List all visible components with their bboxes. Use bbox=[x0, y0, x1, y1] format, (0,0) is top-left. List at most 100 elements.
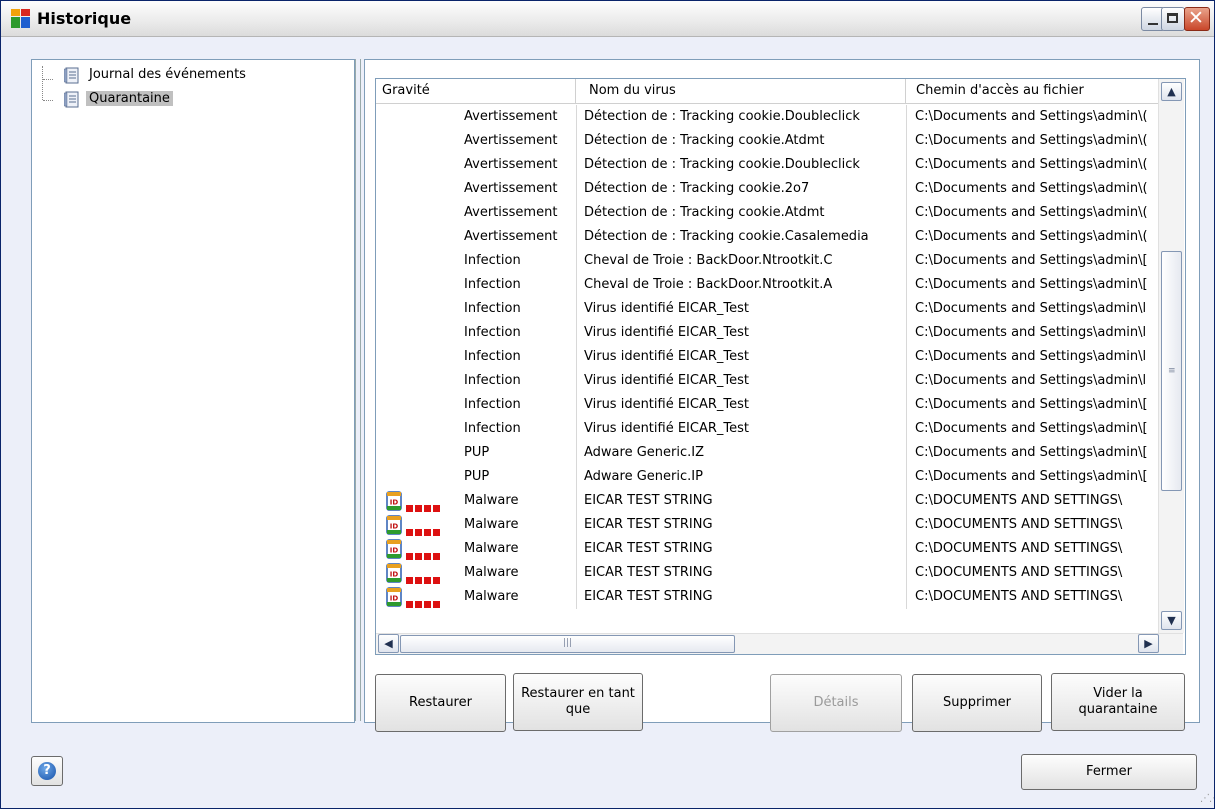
virus-name-cell: Virus identifié EICAR_Test bbox=[576, 369, 906, 393]
virus-name-cell: EICAR TEST STRING bbox=[576, 585, 906, 609]
empty-quarantine-button[interactable]: Vider la quarantaine bbox=[1051, 673, 1185, 731]
severity-bar bbox=[406, 601, 413, 608]
horizontal-scroll-thumb[interactable]: ||| bbox=[400, 635, 735, 653]
table-row[interactable]: ID Malware EICAR TEST STRING C:\DOCUMENTS A… bbox=[376, 537, 1158, 561]
table-row[interactable]: ID Malware EICAR TEST STRING C:\DOCUMENTS A… bbox=[376, 585, 1158, 609]
virus-name-cell: Détection de : Tracking cookie.Doublecli… bbox=[576, 153, 906, 177]
tree-item-quarantine[interactable]: Quarantaine bbox=[60, 89, 173, 109]
virus-name-cell: Détection de : Tracking cookie.Atdmt bbox=[576, 201, 906, 225]
table-row[interactable]: Infection Virus identifié EICAR_Test C:\Do… bbox=[376, 369, 1158, 393]
virus-name-cell: Adware Generic.IP bbox=[576, 465, 906, 489]
virus-name-cell: Adware Generic.IZ bbox=[576, 441, 906, 465]
navigation-tree: Journal des événements Quarantaine bbox=[31, 59, 355, 723]
svg-text:ID: ID bbox=[390, 571, 399, 579]
resize-grip-icon[interactable]: ⋰⋰ bbox=[1200, 793, 1214, 804]
table-row[interactable]: Infection Virus identifié EICAR_Test C:\Do… bbox=[376, 297, 1158, 321]
file-path-cell: C:\Documents and Settings\admin\[ bbox=[906, 273, 1158, 297]
file-path-cell: C:\Documents and Settings\admin\( bbox=[906, 225, 1158, 249]
severity-cell: ID Malware bbox=[376, 513, 574, 537]
severity-cell: PUP bbox=[376, 465, 574, 489]
window-title: Historique bbox=[37, 9, 132, 28]
table-row[interactable]: Avertissement Détection de : Tracking coo… bbox=[376, 225, 1158, 249]
virus-name-cell: Cheval de Troie : BackDoor.Ntrootkit.C bbox=[576, 249, 906, 273]
horizontal-scrollbar[interactable]: ◀ ||| ▶ bbox=[376, 633, 1183, 654]
table-row[interactable]: ID Malware EICAR TEST STRING C:\DOCUMENTS A… bbox=[376, 513, 1158, 537]
table-row[interactable]: Avertissement Détection de : Tracking coo… bbox=[376, 177, 1158, 201]
table-row[interactable]: Infection Virus identifié EICAR_Test C:\Do… bbox=[376, 393, 1158, 417]
vertical-scrollbar[interactable]: ▲ ≡ ▼ bbox=[1158, 79, 1184, 633]
severity-bar bbox=[433, 553, 440, 560]
severity-label: Avertissement bbox=[464, 229, 558, 244]
vertical-scroll-thumb[interactable]: ≡ bbox=[1161, 251, 1182, 491]
severity-cell: Infection bbox=[376, 249, 574, 273]
file-path-cell: C:\Documents and Settings\admin\l bbox=[906, 345, 1158, 369]
severity-level-bars bbox=[406, 497, 442, 513]
column-header-severity[interactable]: Gravité bbox=[376, 79, 576, 103]
table-row[interactable]: Infection Cheval de Troie : BackDoor.Ntro… bbox=[376, 273, 1158, 297]
help-button[interactable]: ? bbox=[31, 756, 63, 786]
severity-cell: ID Malware bbox=[376, 585, 574, 609]
tree-item-event-log[interactable]: Journal des événements bbox=[60, 65, 249, 85]
table-row[interactable]: Avertissement Détection de : Tracking coo… bbox=[376, 153, 1158, 177]
delete-button[interactable]: Supprimer bbox=[912, 674, 1042, 732]
table-row[interactable]: ID Malware EICAR TEST STRING C:\DOCUMENTS A… bbox=[376, 489, 1158, 513]
file-path-cell: C:\Documents and Settings\admin\[ bbox=[906, 417, 1158, 441]
column-header-virus-name[interactable]: Nom du virus bbox=[576, 79, 906, 103]
scroll-down-icon[interactable]: ▼ bbox=[1161, 611, 1182, 630]
virus-name-cell: Virus identifié EICAR_Test bbox=[576, 417, 906, 441]
pane-splitter[interactable] bbox=[355, 59, 361, 721]
severity-label: Avertissement bbox=[464, 205, 558, 220]
close-button[interactable]: Fermer bbox=[1021, 754, 1197, 790]
severity-bar bbox=[415, 577, 422, 584]
severity-level-bars bbox=[406, 593, 442, 609]
virus-name-cell: Détection de : Tracking cookie.Atdmt bbox=[576, 129, 906, 153]
table-row[interactable]: Avertissement Détection de : Tracking coo… bbox=[376, 105, 1158, 129]
table-row[interactable]: Avertissement Détection de : Tracking coo… bbox=[376, 129, 1158, 153]
virus-name-cell: Virus identifié EICAR_Test bbox=[576, 345, 906, 369]
scroll-left-icon[interactable]: ◀ bbox=[378, 634, 399, 653]
severity-label: Avertissement bbox=[464, 157, 558, 172]
severity-cell: Infection bbox=[376, 297, 574, 321]
virus-name-cell: EICAR TEST STRING bbox=[576, 489, 906, 513]
severity-cell: Infection bbox=[376, 369, 574, 393]
severity-bar bbox=[406, 553, 413, 560]
severity-bar bbox=[424, 553, 431, 560]
identity-shield-icon: ID bbox=[386, 515, 402, 535]
virus-name-cell: Détection de : Tracking cookie.2o7 bbox=[576, 177, 906, 201]
restore-button[interactable]: Restaurer bbox=[375, 674, 506, 732]
table-row[interactable]: PUP Adware Generic.IZ C:\Documents and Set… bbox=[376, 441, 1158, 465]
table-row[interactable]: Avertissement Détection de : Tracking coo… bbox=[376, 201, 1158, 225]
severity-cell: Avertissement bbox=[376, 153, 574, 177]
severity-label: Infection bbox=[464, 325, 521, 340]
severity-label: PUP bbox=[464, 469, 490, 484]
table-row[interactable]: Infection Virus identifié EICAR_Test C:\Do… bbox=[376, 345, 1158, 369]
table-row[interactable]: Infection Virus identifié EICAR_Test C:\Do… bbox=[376, 321, 1158, 345]
file-path-cell: C:\Documents and Settings\admin\( bbox=[906, 177, 1158, 201]
identity-shield-icon: ID bbox=[386, 587, 402, 607]
title-bar[interactable]: Historique ✕ bbox=[1, 1, 1214, 37]
severity-bar bbox=[433, 529, 440, 536]
table-row[interactable]: Infection Virus identifié EICAR_Test C:\Do… bbox=[376, 417, 1158, 441]
severity-cell: Avertissement bbox=[376, 105, 574, 129]
details-button[interactable]: Détails bbox=[770, 674, 902, 732]
severity-label: Malware bbox=[464, 493, 519, 508]
file-path-cell: C:\DOCUMENTS AND SETTINGS\ bbox=[906, 561, 1158, 585]
severity-label: Avertissement bbox=[464, 181, 558, 196]
close-window-button[interactable]: ✕ bbox=[1184, 7, 1210, 31]
column-header-file-path[interactable]: Chemin d'accès au fichier bbox=[906, 79, 1158, 103]
maximize-button[interactable] bbox=[1161, 7, 1185, 31]
severity-label: Infection bbox=[464, 253, 521, 268]
severity-bar bbox=[415, 553, 422, 560]
restore-as-button[interactable]: Restaurer en tant que bbox=[513, 673, 643, 731]
scroll-right-icon[interactable]: ▶ bbox=[1138, 634, 1159, 653]
scroll-up-icon[interactable]: ▲ bbox=[1161, 82, 1182, 101]
severity-bar bbox=[433, 601, 440, 608]
identity-shield-icon: ID bbox=[386, 491, 402, 511]
virus-name-cell: Virus identifié EICAR_Test bbox=[576, 321, 906, 345]
table-row[interactable]: Infection Cheval de Troie : BackDoor.Ntro… bbox=[376, 249, 1158, 273]
table-body: Avertissement Détection de : Tracking coo… bbox=[376, 105, 1158, 609]
severity-cell: PUP bbox=[376, 441, 574, 465]
table-row[interactable]: PUP Adware Generic.IP C:\Documents and Set… bbox=[376, 465, 1158, 489]
table-row[interactable]: ID Malware EICAR TEST STRING C:\DOCUMENTS A… bbox=[376, 561, 1158, 585]
severity-cell: Avertissement bbox=[376, 129, 574, 153]
